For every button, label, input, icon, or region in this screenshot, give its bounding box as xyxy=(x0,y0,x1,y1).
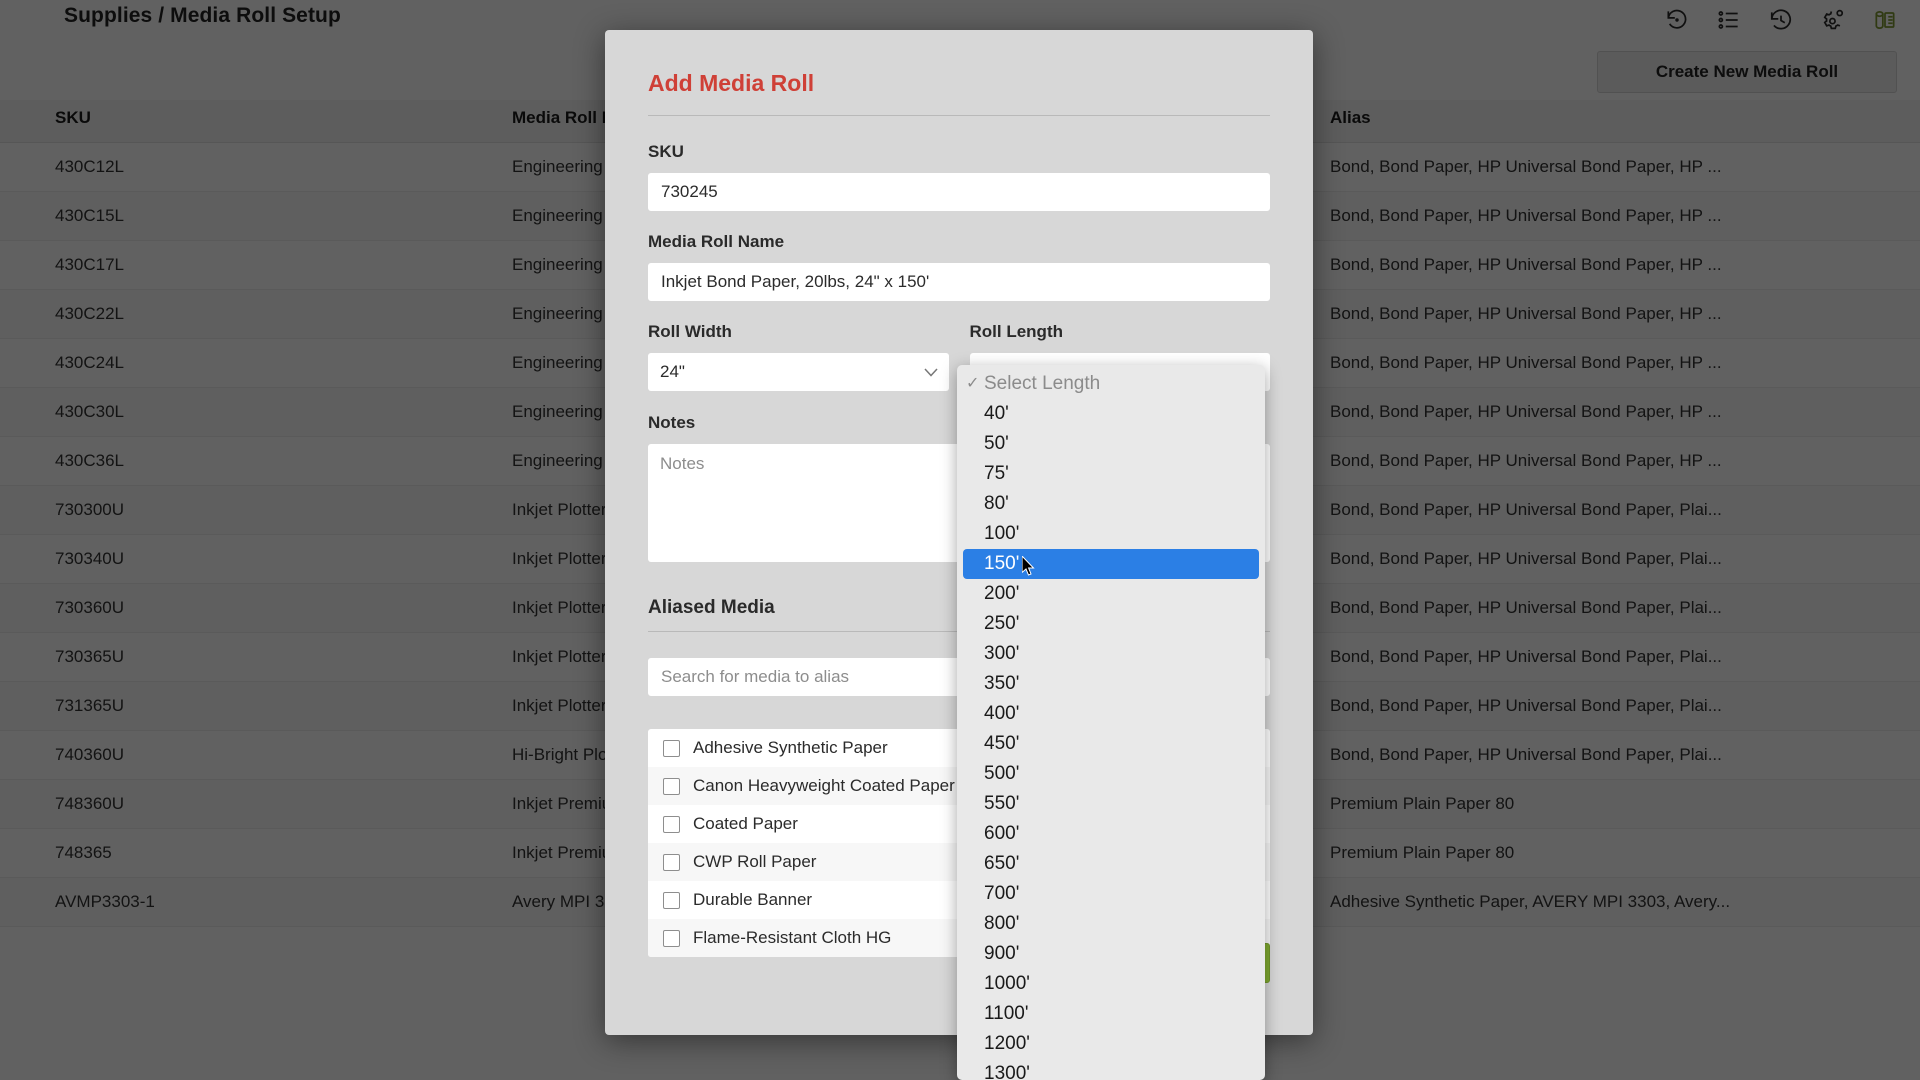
checkbox[interactable] xyxy=(663,739,680,757)
dropdown-item[interactable]: 650' xyxy=(957,849,1265,879)
dropdown-item[interactable]: 500' xyxy=(957,759,1265,789)
checkbox[interactable] xyxy=(663,777,680,795)
dropdown-item[interactable]: 1200' xyxy=(957,1029,1265,1059)
dropdown-item[interactable]: 450' xyxy=(957,729,1265,759)
dropdown-item[interactable]: 200' xyxy=(957,579,1265,609)
dropdown-item-label: Select Length xyxy=(984,373,1101,394)
dropdown-item[interactable]: 1000' xyxy=(957,969,1265,999)
dropdown-item[interactable]: 300' xyxy=(957,639,1265,669)
alias-option-label: Durable Banner xyxy=(693,890,813,909)
dropdown-item[interactable]: 75' xyxy=(957,459,1265,489)
dropdown-item[interactable]: 1300' xyxy=(957,1059,1265,1080)
dropdown-item[interactable]: 80' xyxy=(957,489,1265,519)
dropdown-item[interactable]: 1100' xyxy=(957,999,1265,1029)
dropdown-item[interactable]: 40' xyxy=(957,399,1265,429)
alias-option-label: Adhesive Synthetic Paper xyxy=(693,738,888,757)
dropdown-item[interactable]: 550' xyxy=(957,789,1265,819)
alias-option-label: Canon Heavyweight Coated Paper xyxy=(693,776,955,795)
roll-width-value: 24" xyxy=(660,362,685,381)
roll-width-group: Roll Width 24" xyxy=(648,322,949,391)
checkbox[interactable] xyxy=(663,853,680,871)
roll-width-select[interactable]: 24" xyxy=(648,353,949,391)
dropdown-item[interactable]: 50' xyxy=(957,429,1265,459)
alias-option-label: CWP Roll Paper xyxy=(693,852,817,871)
chevron-down-icon xyxy=(923,362,938,382)
sku-input[interactable] xyxy=(648,173,1270,211)
checkbox[interactable] xyxy=(663,815,680,833)
dropdown-item[interactable]: 600' xyxy=(957,819,1265,849)
roll-width-label: Roll Width xyxy=(648,322,732,341)
dropdown-item[interactable]: 800' xyxy=(957,909,1265,939)
dropdown-placeholder-item[interactable]: ✓ Select Length xyxy=(957,369,1265,399)
media-roll-name-input[interactable] xyxy=(648,263,1270,301)
alias-option-label: Coated Paper xyxy=(693,814,798,833)
media-roll-name-label: Media Roll Name xyxy=(648,232,785,251)
roll-length-dropdown[interactable]: ✓ Select Length 40' 50' 75' 80' 100' 150' 200' 25… xyxy=(957,365,1265,1080)
dropdown-item[interactable]: 100' xyxy=(957,519,1265,549)
checkbox[interactable] xyxy=(663,891,680,909)
dropdown-item[interactable]: 400' xyxy=(957,699,1265,729)
modal-title: Add Media Roll xyxy=(648,70,815,96)
dropdown-item[interactable]: 700' xyxy=(957,879,1265,909)
sku-label: SKU xyxy=(648,142,684,161)
dropdown-item[interactable]: 150' xyxy=(963,549,1259,579)
dropdown-item[interactable]: 350' xyxy=(957,669,1265,699)
dropdown-item[interactable]: 900' xyxy=(957,939,1265,969)
roll-length-label: Roll Length xyxy=(969,322,1063,341)
dropdown-item[interactable]: 250' xyxy=(957,609,1265,639)
modal-title-divider xyxy=(648,115,1270,116)
check-icon: ✓ xyxy=(966,375,980,392)
